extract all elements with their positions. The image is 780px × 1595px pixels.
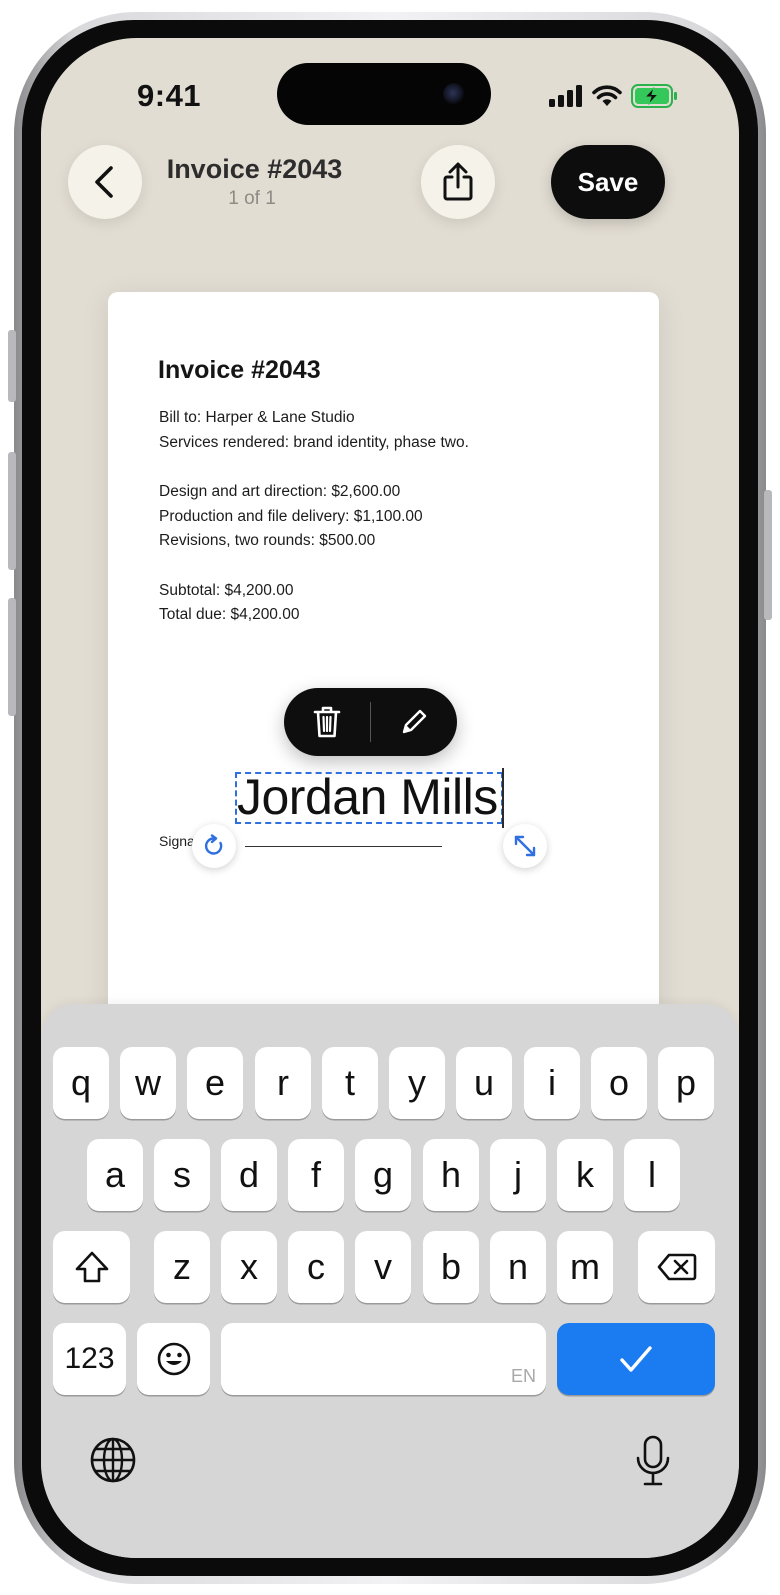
on-screen-keyboard: q w e r t y u i o p a s d f g h j k l z … bbox=[41, 1004, 739, 1558]
key-t[interactable]: t bbox=[322, 1047, 378, 1119]
globe-button[interactable] bbox=[87, 1434, 139, 1486]
chevron-left-icon bbox=[95, 166, 113, 198]
status-time: 9:41 bbox=[137, 78, 202, 113]
key-z[interactable]: z bbox=[154, 1231, 210, 1303]
volume-down-button bbox=[8, 598, 16, 716]
rotate-icon bbox=[204, 834, 223, 855]
key-f[interactable]: f bbox=[288, 1139, 344, 1211]
page-title: Invoice #2043 bbox=[166, 154, 343, 184]
text-cursor bbox=[502, 768, 504, 828]
backspace-icon bbox=[657, 1253, 696, 1281]
key-a[interactable]: a bbox=[87, 1139, 143, 1211]
action-button bbox=[8, 330, 16, 402]
edit-button[interactable] bbox=[391, 701, 437, 743]
space-bar[interactable]: EN bbox=[221, 1323, 546, 1395]
dynamic-island bbox=[277, 63, 491, 125]
signature-label: Signa bbox=[159, 833, 195, 849]
signature-selection-box[interactable]: Jordan Mills bbox=[235, 768, 504, 828]
checkmark-icon bbox=[620, 1346, 652, 1372]
screen: 9:41 Invoice #2043 1 of 1 Save Invoice #… bbox=[41, 38, 739, 1558]
emoji-key[interactable] bbox=[137, 1323, 210, 1395]
microphone-icon bbox=[636, 1435, 670, 1486]
dictation-button[interactable] bbox=[629, 1432, 677, 1490]
emoji-icon bbox=[157, 1342, 190, 1376]
back-button[interactable] bbox=[68, 145, 142, 219]
key-m[interactable]: m bbox=[557, 1231, 613, 1303]
key-b[interactable]: b bbox=[423, 1231, 479, 1303]
key-j[interactable]: j bbox=[490, 1139, 546, 1211]
key-n[interactable]: n bbox=[490, 1231, 546, 1303]
key-s[interactable]: s bbox=[154, 1139, 210, 1211]
key-w[interactable]: w bbox=[120, 1047, 176, 1119]
page-count: 1 of 1 bbox=[228, 188, 276, 209]
key-v[interactable]: v bbox=[355, 1231, 411, 1303]
key-k[interactable]: k bbox=[557, 1139, 613, 1211]
line-item: Production and file delivery: $1,100.00 bbox=[159, 508, 423, 525]
signature-line bbox=[245, 846, 442, 847]
trash-icon bbox=[313, 706, 341, 738]
shift-key[interactable] bbox=[53, 1231, 130, 1303]
resize-handle[interactable] bbox=[503, 824, 547, 868]
status-icons bbox=[549, 80, 679, 112]
key-q[interactable]: q bbox=[53, 1047, 109, 1119]
volume-up-button bbox=[8, 452, 16, 570]
numbers-key[interactable]: 123 bbox=[53, 1323, 126, 1395]
cellular-signal-icon bbox=[549, 85, 582, 107]
line-item: Revisions, two rounds: $500.00 bbox=[159, 532, 376, 549]
key-e[interactable]: e bbox=[187, 1047, 243, 1119]
key-o[interactable]: o bbox=[591, 1047, 647, 1119]
subtotal-line: Subtotal: $4,200.00 bbox=[159, 582, 294, 599]
key-u[interactable]: u bbox=[456, 1047, 512, 1119]
share-icon bbox=[443, 162, 473, 201]
globe-icon bbox=[90, 1437, 136, 1483]
key-y[interactable]: y bbox=[389, 1047, 445, 1119]
key-r[interactable]: r bbox=[255, 1047, 311, 1119]
save-button[interactable]: Save bbox=[551, 145, 665, 219]
document-title: Invoice #2043 bbox=[158, 356, 321, 384]
key-g[interactable]: g bbox=[355, 1139, 411, 1211]
key-l[interactable]: l bbox=[624, 1139, 680, 1211]
share-button[interactable] bbox=[421, 145, 495, 219]
shift-arrow-icon bbox=[75, 1251, 108, 1283]
line-item: Design and art direction: $2,600.00 bbox=[159, 483, 401, 500]
menu-divider bbox=[370, 702, 371, 742]
total-due-line: Total due: $4,200.00 bbox=[159, 606, 300, 623]
bill-to-line: Bill to: Harper & Lane Studio bbox=[159, 409, 355, 426]
done-key[interactable] bbox=[557, 1323, 715, 1395]
delete-button[interactable] bbox=[304, 701, 350, 743]
power-button bbox=[764, 490, 772, 620]
key-d[interactable]: d bbox=[221, 1139, 277, 1211]
resize-arrows-icon bbox=[514, 835, 536, 857]
key-h[interactable]: h bbox=[423, 1139, 479, 1211]
language-hint: EN bbox=[510, 1366, 536, 1386]
backspace-key[interactable] bbox=[638, 1231, 715, 1303]
wifi-icon bbox=[592, 85, 622, 106]
key-x[interactable]: x bbox=[221, 1231, 277, 1303]
signature-context-menu bbox=[284, 688, 457, 756]
key-i[interactable]: i bbox=[524, 1047, 580, 1119]
signature-text[interactable]: Jordan Mills bbox=[237, 768, 498, 826]
battery-charging-icon bbox=[631, 84, 677, 108]
rotate-handle[interactable] bbox=[192, 824, 236, 868]
key-p[interactable]: p bbox=[658, 1047, 714, 1119]
front-camera bbox=[443, 83, 465, 105]
document-page: Invoice #2043 Bill to: Harper & Lane Stu… bbox=[108, 292, 659, 1052]
pencil-icon bbox=[402, 709, 427, 734]
key-c[interactable]: c bbox=[288, 1231, 344, 1303]
services-line: Services rendered: brand identity, phase… bbox=[159, 434, 469, 451]
